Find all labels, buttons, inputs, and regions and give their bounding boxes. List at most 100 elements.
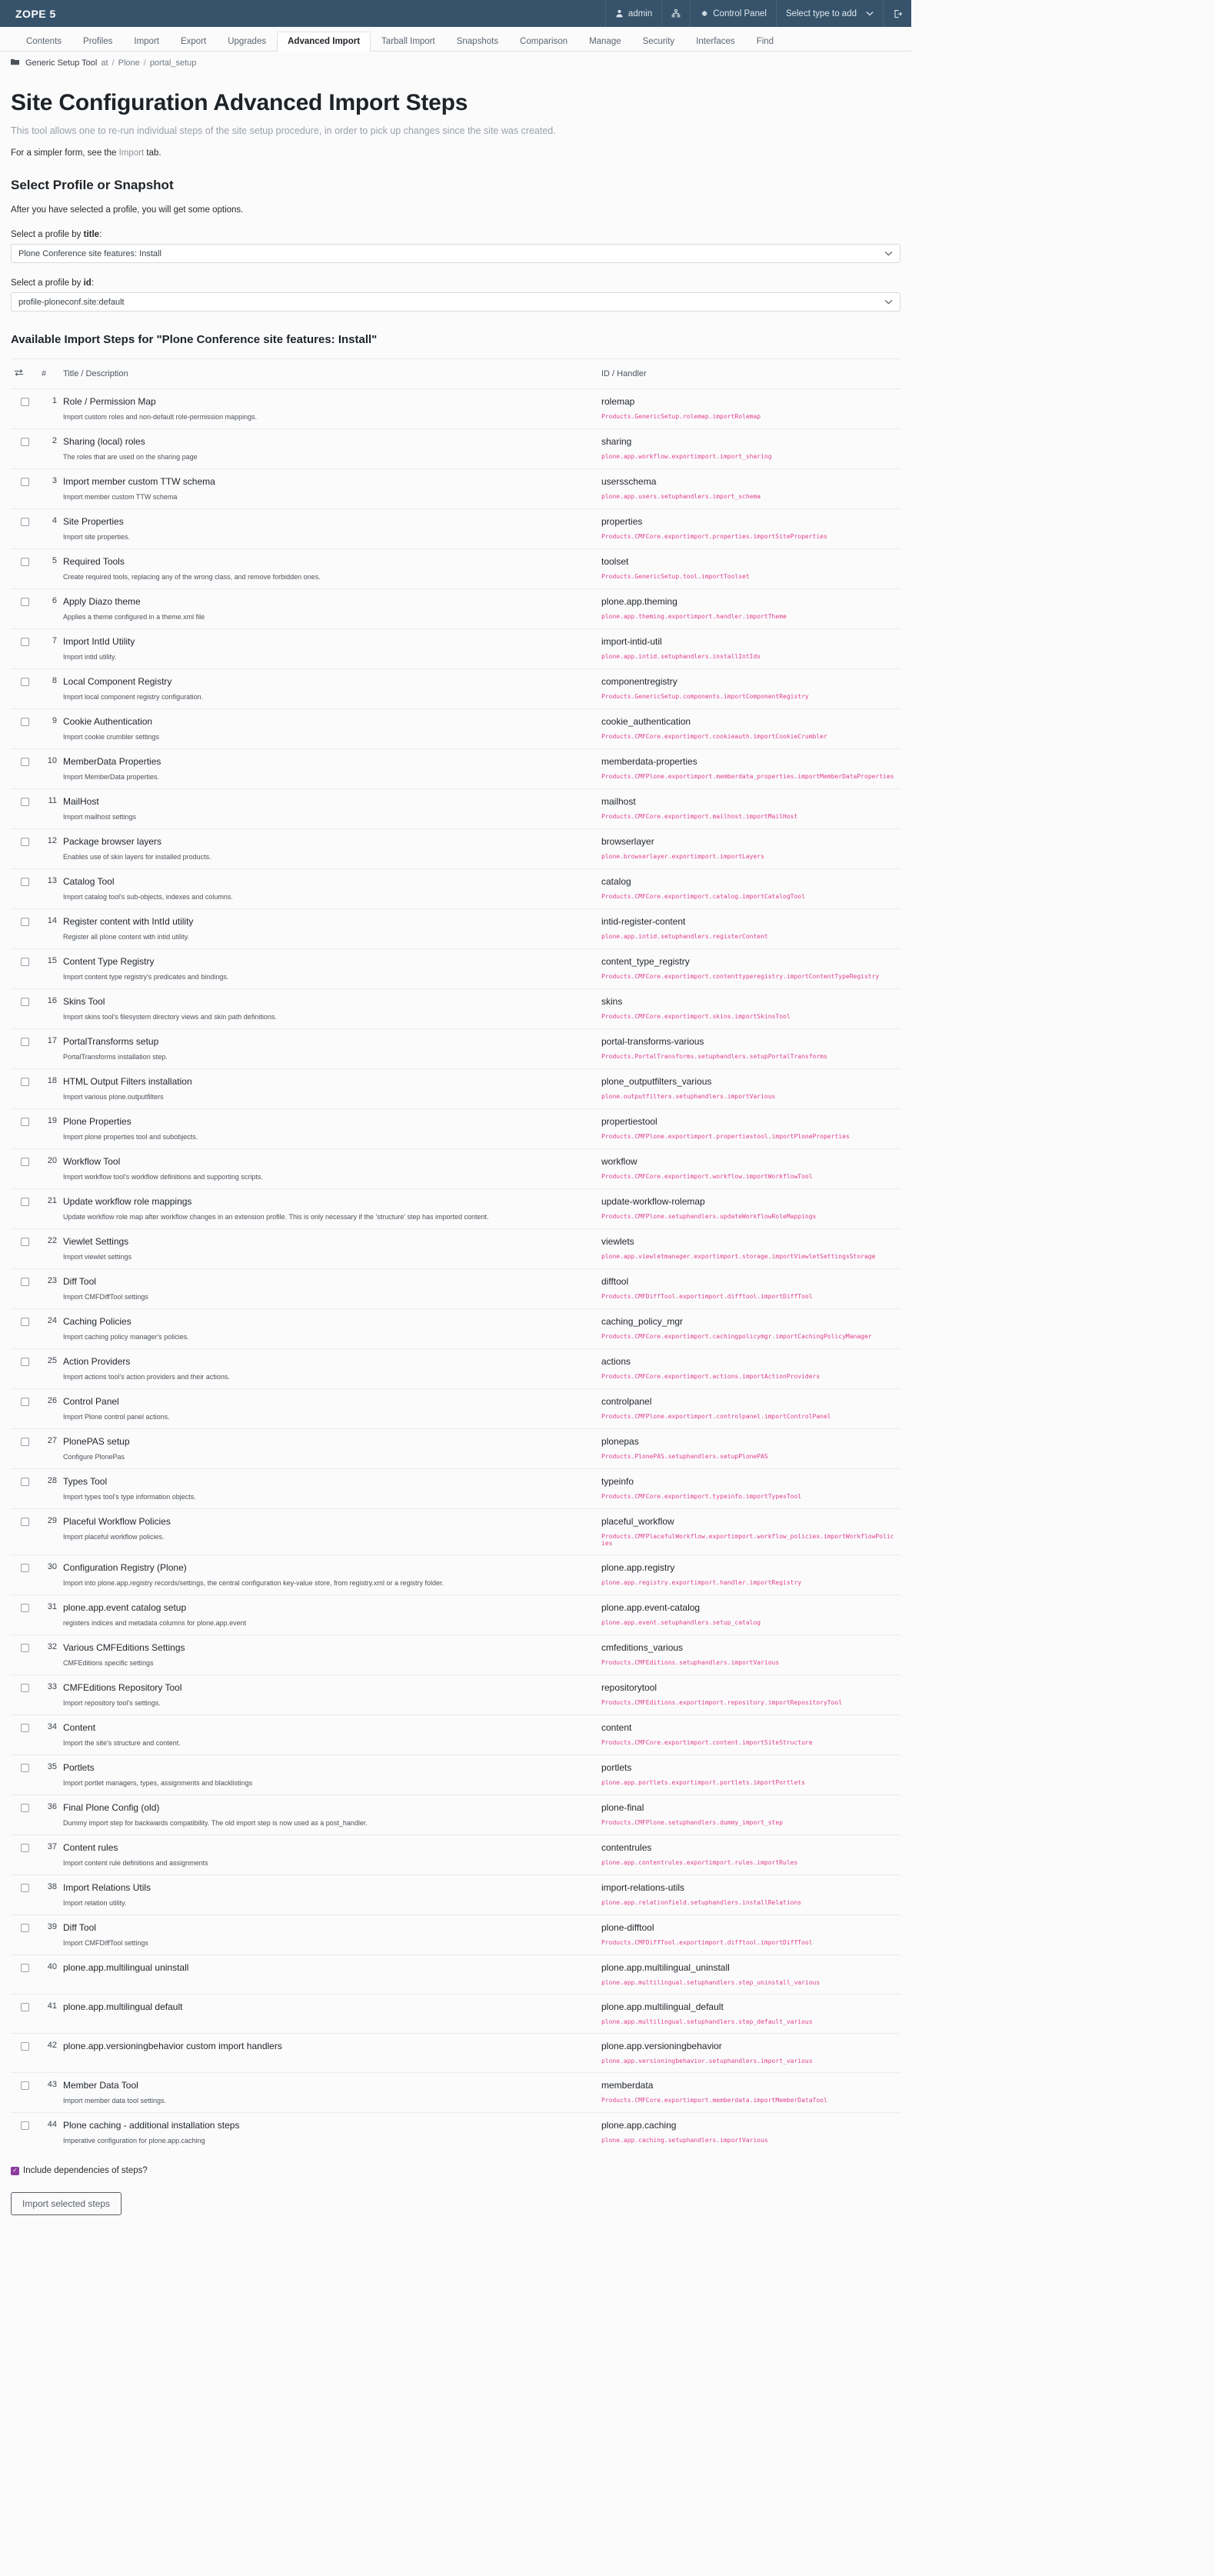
step-checkbox[interactable]: [21, 1198, 29, 1206]
row-checkbox-cell[interactable]: [11, 1915, 38, 1936]
step-checkbox[interactable]: [21, 1964, 29, 1972]
row-checkbox-cell[interactable]: [11, 2072, 38, 2094]
row-checkbox-cell[interactable]: [11, 1228, 38, 1250]
row-checkbox-cell[interactable]: [11, 1875, 38, 1896]
tab-comparison[interactable]: Comparison: [509, 32, 578, 52]
step-checkbox[interactable]: [21, 1318, 29, 1326]
row-checkbox-cell[interactable]: [11, 548, 38, 570]
import-tab-link[interactable]: Import: [119, 148, 145, 158]
step-checkbox[interactable]: [21, 1564, 29, 1572]
row-checkbox-cell[interactable]: [11, 1595, 38, 1616]
row-checkbox-cell[interactable]: [11, 908, 38, 930]
step-checkbox[interactable]: [21, 1118, 29, 1126]
include-dependencies-row[interactable]: ✓ Include dependencies of steps?: [11, 2166, 900, 2175]
tab-snapshots[interactable]: Snapshots: [446, 32, 509, 52]
row-checkbox-cell[interactable]: [11, 1755, 38, 1776]
row-checkbox-cell[interactable]: [11, 1348, 38, 1370]
id-handler-header[interactable]: ID / Handler: [598, 358, 900, 389]
row-checkbox-cell[interactable]: [11, 1188, 38, 1210]
tab-profiles[interactable]: Profiles: [72, 32, 123, 52]
row-checkbox-cell[interactable]: [11, 1068, 38, 1090]
step-checkbox[interactable]: [21, 1684, 29, 1692]
step-checkbox[interactable]: [21, 598, 29, 606]
tab-tarball-import[interactable]: Tarball Import: [371, 32, 446, 52]
row-checkbox-cell[interactable]: [11, 428, 38, 450]
row-checkbox-cell[interactable]: [11, 828, 38, 850]
row-checkbox-cell[interactable]: [11, 628, 38, 650]
step-checkbox[interactable]: [21, 1518, 29, 1526]
step-checkbox[interactable]: [21, 678, 29, 686]
breadcrumb-item-portal-setup[interactable]: portal_setup: [150, 58, 197, 68]
step-checkbox[interactable]: [21, 2003, 29, 2011]
breadcrumb-tool[interactable]: Generic Setup Tool: [25, 58, 97, 68]
row-checkbox-cell[interactable]: [11, 1508, 38, 1530]
step-checkbox[interactable]: [21, 1884, 29, 1892]
step-checkbox[interactable]: [21, 1764, 29, 1772]
row-checkbox-cell[interactable]: [11, 1555, 38, 1576]
step-checkbox[interactable]: [21, 918, 29, 926]
step-checkbox[interactable]: [21, 438, 29, 446]
import-selected-steps-button[interactable]: Import selected steps: [11, 2192, 122, 2215]
step-checkbox[interactable]: [21, 518, 29, 526]
tab-upgrades[interactable]: Upgrades: [217, 32, 277, 52]
row-checkbox-cell[interactable]: [11, 748, 38, 770]
row-checkbox-cell[interactable]: [11, 988, 38, 1010]
step-checkbox[interactable]: [21, 718, 29, 726]
row-checkbox-cell[interactable]: [11, 668, 38, 690]
step-checkbox[interactable]: [21, 1438, 29, 1446]
row-checkbox-cell[interactable]: [11, 1148, 38, 1170]
row-checkbox-cell[interactable]: [11, 2033, 38, 2054]
profile-title-select[interactable]: Plone Conference site features: Install: [11, 244, 900, 263]
step-checkbox[interactable]: [21, 638, 29, 646]
step-checkbox[interactable]: [21, 1078, 29, 1086]
row-checkbox-cell[interactable]: [11, 1468, 38, 1490]
row-checkbox-cell[interactable]: [11, 468, 38, 490]
step-checkbox[interactable]: [21, 1924, 29, 1932]
step-checkbox[interactable]: [21, 1238, 29, 1246]
row-checkbox-cell[interactable]: [11, 2112, 38, 2134]
step-checkbox[interactable]: [21, 998, 29, 1006]
step-checkbox[interactable]: [21, 1478, 29, 1486]
step-checkbox[interactable]: [21, 1804, 29, 1812]
tab-import[interactable]: Import: [123, 32, 170, 52]
profile-id-select[interactable]: profile-ploneconf.site:default: [11, 292, 900, 312]
step-checkbox[interactable]: [21, 758, 29, 766]
row-checkbox-cell[interactable]: [11, 788, 38, 810]
sort-icon[interactable]: [14, 368, 24, 379]
step-checkbox[interactable]: [21, 1398, 29, 1406]
row-checkbox-cell[interactable]: [11, 1635, 38, 1656]
row-checkbox-cell[interactable]: [11, 389, 38, 411]
control-panel-link[interactable]: Control Panel: [690, 0, 776, 27]
logout-button[interactable]: [883, 0, 911, 27]
row-checkbox-cell[interactable]: [11, 948, 38, 970]
step-checkbox[interactable]: [21, 1278, 29, 1286]
row-checkbox-cell[interactable]: [11, 508, 38, 530]
step-checkbox[interactable]: [21, 838, 29, 846]
sitemap-button[interactable]: [661, 0, 690, 27]
step-checkbox[interactable]: [21, 478, 29, 486]
row-checkbox-cell[interactable]: [11, 708, 38, 730]
step-checkbox[interactable]: [21, 958, 29, 966]
row-checkbox-cell[interactable]: [11, 1835, 38, 1856]
tab-manage[interactable]: Manage: [578, 32, 632, 52]
step-checkbox[interactable]: [21, 1038, 29, 1046]
row-checkbox-cell[interactable]: [11, 1715, 38, 1736]
row-checkbox-cell[interactable]: [11, 1954, 38, 1976]
tab-security[interactable]: Security: [632, 32, 686, 52]
step-checkbox[interactable]: [21, 2121, 29, 2130]
step-checkbox[interactable]: [21, 1644, 29, 1652]
row-checkbox-cell[interactable]: [11, 1388, 38, 1410]
step-checkbox[interactable]: [21, 1844, 29, 1852]
row-checkbox-cell[interactable]: [11, 1028, 38, 1050]
row-checkbox-cell[interactable]: [11, 1308, 38, 1330]
row-checkbox-cell[interactable]: [11, 868, 38, 890]
step-checkbox[interactable]: [21, 2081, 29, 2090]
step-checkbox[interactable]: [21, 1604, 29, 1612]
row-checkbox-cell[interactable]: [11, 1795, 38, 1816]
tab-contents[interactable]: Contents: [15, 32, 72, 52]
step-checkbox[interactable]: [21, 398, 29, 406]
row-checkbox-cell[interactable]: [11, 1268, 38, 1290]
title-header[interactable]: Title / Description: [60, 358, 598, 389]
include-dependencies-checkbox[interactable]: ✓: [11, 2166, 19, 2175]
step-checkbox[interactable]: [21, 1158, 29, 1166]
